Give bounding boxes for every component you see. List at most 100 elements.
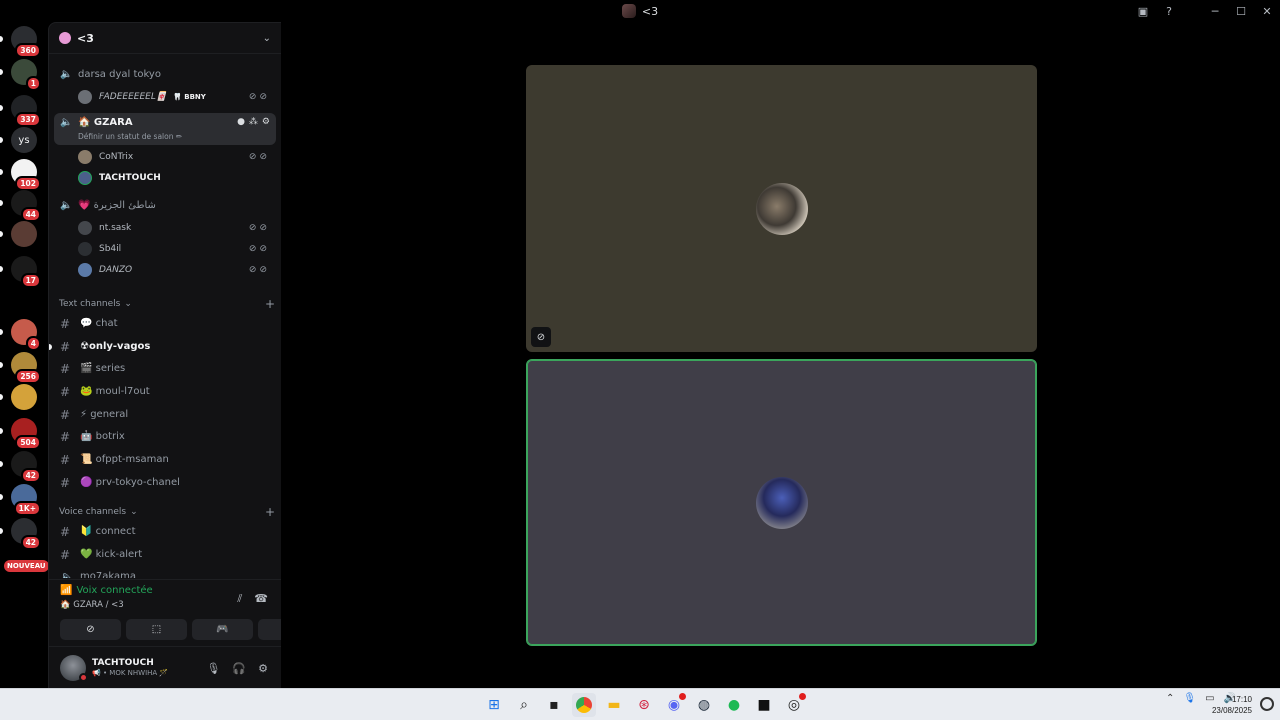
microphone-icon[interactable]: 🎙 <box>1183 693 1196 704</box>
voice-user[interactable]: nt.sask ⊘⊘ <box>78 218 274 238</box>
noise-suppression-icon[interactable]: ⫽ <box>237 592 242 606</box>
participant-tile[interactable]: ⊘ <box>526 65 1037 352</box>
server-icon-server-7[interactable] <box>11 221 37 247</box>
unread-pill <box>0 231 3 237</box>
inbox-icon[interactable]: ▣ <box>1130 0 1156 22</box>
user-name: TACHTOUCH <box>99 173 161 183</box>
voice-user[interactable]: DANZO ⊘⊘ <box>78 260 274 280</box>
screen-share-icon: ⬚ <box>151 624 162 635</box>
voice-channel[interactable]: 🔈 💗 شاطئ الجزيرة <box>54 194 276 216</box>
server-avatar-icon <box>621 4 636 18</box>
camera-button[interactable]: ⊘ <box>60 619 121 640</box>
server-header[interactable]: <3 ⌄ <box>49 23 281 54</box>
category-voice-channels[interactable]: Voice channels ⌄ + <box>59 505 275 519</box>
voice-location[interactable]: 🏠 GZARA / <3 <box>60 600 124 610</box>
screen-share-button[interactable]: ⬚ <box>126 619 187 640</box>
unread-pill <box>0 36 3 42</box>
category-text-channels[interactable]: Text channels ⌄ + <box>59 297 275 311</box>
text-channel[interactable]: # ☢only-vagos <box>49 336 276 357</box>
clock[interactable]: 17:10 23/08/2025 <box>1212 694 1252 716</box>
server-icon-server-9[interactable]: 4 <box>11 319 41 351</box>
user-name: DANZO <box>99 265 133 275</box>
server-icon-server-14[interactable]: 1K+ <box>11 484 41 516</box>
windows-start-icon[interactable]: ⊞ <box>482 693 506 717</box>
user-panel: TACHTOUCH 📢 • MOK NHWIHA 🪄 🎙 🎧 ⚙ <box>49 646 281 688</box>
text-channel[interactable]: # 🐸 moul-l7out <box>54 381 276 402</box>
server-icon-server-5[interactable]: 102 <box>11 159 41 191</box>
chevron-up-icon[interactable]: ⌃ <box>1166 693 1174 704</box>
clock-time: 17:10 <box>1231 695 1252 704</box>
muted-deafened-icon: ⊘⊘ <box>248 265 270 275</box>
mention-badge: 42 <box>20 468 41 483</box>
mention-badge: 256 <box>15 369 41 384</box>
steam-icon[interactable]: ◍ <box>692 693 716 717</box>
voice-user[interactable]: TACHTOUCH <box>78 168 274 188</box>
chrome-icon[interactable] <box>572 693 596 717</box>
notification-icon[interactable] <box>1260 697 1274 711</box>
channel-status-hint[interactable]: Définir un statut de salon ✏ <box>78 132 182 141</box>
close-button[interactable]: ✕ <box>1254 0 1280 22</box>
chat-icon[interactable]: ● <box>237 117 245 127</box>
headphones-icon[interactable]: 🎧 <box>232 662 246 675</box>
server-avatar <box>11 384 37 410</box>
media-app-icon[interactable]: ■ <box>752 693 776 717</box>
gear-icon[interactable]: ⚙ <box>262 117 270 127</box>
server-rail: 360 1 337 ys 102 44 17 4 256 504 42 1K+ 42 NOUVEAU <box>0 22 49 688</box>
server-icon-server-10[interactable]: 256 <box>11 352 41 384</box>
task-view-icon[interactable]: ▪ <box>542 693 566 717</box>
text-channel[interactable]: # 🎬 series <box>54 358 276 379</box>
invite-icon[interactable]: ⁂ <box>249 117 258 127</box>
voice-user[interactable]: FADEEEEEEL🀄 🦷 BBNY ⊘⊘ <box>78 87 274 107</box>
minimize-button[interactable]: ─ <box>1202 0 1228 22</box>
server-icon-server-11[interactable] <box>11 384 37 410</box>
channel-list: 🔈 darsa dyal tokyo FADEEEEEEL🀄 🦷 BBNY ⊘⊘… <box>49 54 281 578</box>
avatar[interactable] <box>60 655 88 682</box>
spotify-icon[interactable]: ● <box>722 693 746 717</box>
hash-icon: # <box>60 407 71 422</box>
chevron-down-icon: ⌄ <box>124 299 132 309</box>
add-channel-icon[interactable]: + <box>265 505 275 519</box>
maximize-button[interactable]: ☐ <box>1228 0 1254 22</box>
activities-button[interactable]: 🎮 <box>192 619 253 640</box>
app-icon-red[interactable]: ⊛ <box>632 693 656 717</box>
server-icon-server-8[interactable]: 17 <box>11 256 41 288</box>
text-channel[interactable]: # 🟣 prv-tokyo-chanel <box>54 472 276 493</box>
add-channel-icon[interactable]: + <box>265 297 275 311</box>
server-icon-server-2[interactable]: 1 <box>11 59 41 91</box>
server-icon-server-ys[interactable]: ys <box>11 127 37 153</box>
unread-pill <box>0 394 3 400</box>
server-icon-server-3[interactable]: 337 <box>11 95 41 127</box>
server-icon-server-6[interactable]: 44 <box>11 190 41 222</box>
search-icon[interactable]: ⌕ <box>512 693 536 717</box>
voice-user[interactable]: CoNTrix ⊘⊘ <box>78 147 274 167</box>
obs-icon[interactable]: ◎ <box>782 693 806 717</box>
server-icon-server-13[interactable]: 42 <box>11 451 41 483</box>
server-icon-server-12[interactable]: 504 <box>11 418 41 450</box>
text-channel[interactable]: # 💬 chat <box>54 313 276 334</box>
voice-user[interactable]: Sb4il ⊘⊘ <box>78 239 274 259</box>
unread-indicator <box>49 343 52 350</box>
text-channel[interactable]: # 💚 kick-alert <box>54 544 276 565</box>
soundboard-button[interactable]: ✺ <box>258 619 281 640</box>
text-channel-name: 🤖 botrix <box>80 431 125 442</box>
text-channel[interactable]: # 🔰 connect <box>54 521 276 542</box>
user-name[interactable]: TACHTOUCH <box>92 658 154 668</box>
participant-tile-speaking[interactable] <box>526 359 1037 646</box>
microphone-icon[interactable]: 🎙 <box>206 662 220 675</box>
voice-channel[interactable]: 🔈 mo7akama <box>54 566 276 579</box>
voice-channel-active[interactable]: 🔈 🏠 GZARA Définir un statut de salon ✏ ●… <box>54 113 276 145</box>
text-channel[interactable]: # ⚡ general <box>54 404 276 425</box>
disconnect-icon[interactable]: ☎ <box>254 592 268 606</box>
taskbar: ⊞ ⌕ ▪ ▬ ⊛ ◉ ◍ ● ■ ◎ ⌃ 🎙 ▭ 🔊 17:10 23/08/… <box>0 688 1280 720</box>
text-channel[interactable]: # 📜 ofppt-msaman <box>54 449 276 470</box>
help-icon[interactable]: ? <box>1156 0 1182 22</box>
text-channel[interactable]: # 🤖 botrix <box>54 426 276 447</box>
server-icon-dm-home[interactable]: 360 <box>11 26 41 58</box>
gear-icon[interactable]: ⚙ <box>258 662 268 675</box>
mention-badge: 337 <box>15 112 41 127</box>
voice-status[interactable]: 📶 Voix connectée <box>60 585 153 596</box>
voice-channel[interactable]: 🔈 darsa dyal tokyo <box>54 63 276 85</box>
file-explorer-icon[interactable]: ▬ <box>602 693 626 717</box>
server-icon-server-15[interactable]: 42 <box>11 518 41 550</box>
discord-icon[interactable]: ◉ <box>662 693 686 717</box>
